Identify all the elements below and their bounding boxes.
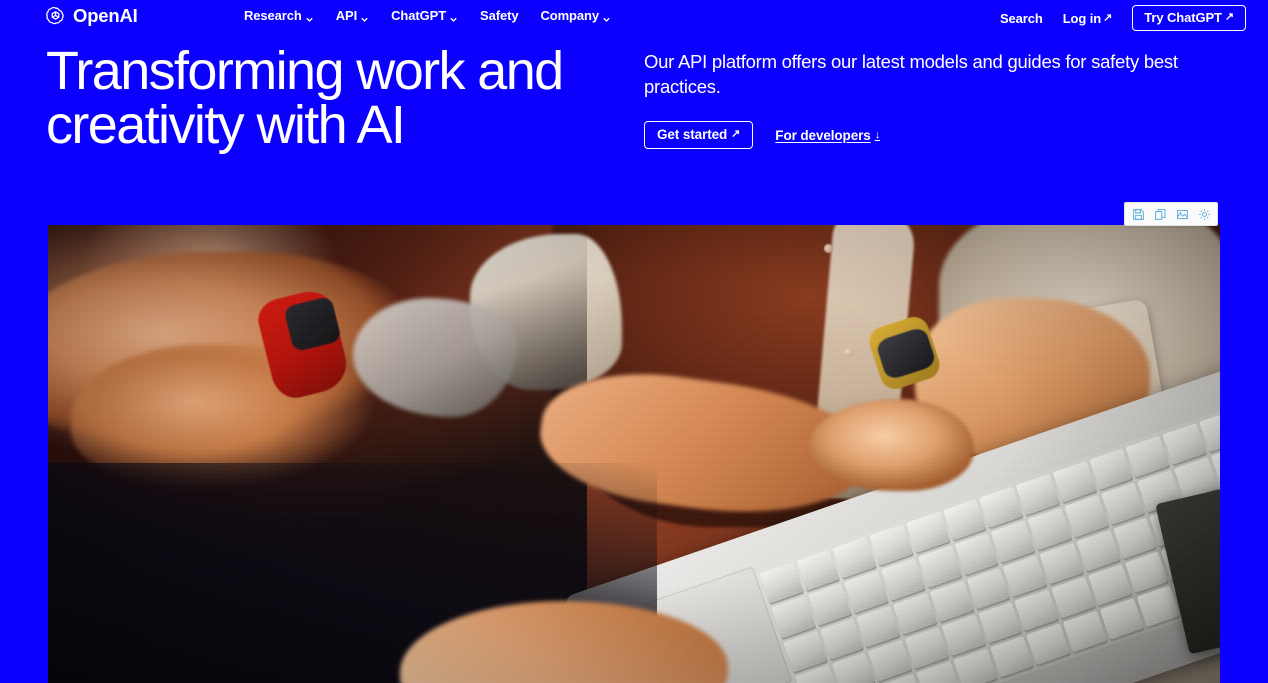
- chevron-down-icon: [449, 12, 458, 22]
- chevron-down-icon: [602, 12, 611, 22]
- login-link[interactable]: Log in ↗: [1063, 11, 1113, 26]
- hero-description-block: Our API platform offers our latest model…: [644, 50, 1224, 150]
- nav-item-label: Safety: [480, 8, 519, 23]
- brand-name: OpenAI: [73, 5, 138, 27]
- get-started-label: Get started: [657, 127, 728, 143]
- try-chatgpt-button[interactable]: Try ChatGPT ↗: [1132, 5, 1246, 31]
- nav-item-research[interactable]: Research: [244, 8, 314, 23]
- nav-item-label: Research: [244, 8, 302, 23]
- nav-item-api[interactable]: API: [336, 8, 369, 23]
- brand-home-link[interactable]: OpenAI: [44, 5, 138, 28]
- hero-photo: [48, 225, 1220, 683]
- page-title: Transforming work and creativity with AI: [46, 41, 564, 155]
- arrow-up-right-icon: ↗: [1224, 11, 1234, 23]
- openai-homepage: OpenAI Research API ChatGPT Safety Compa…: [0, 0, 1268, 683]
- copy-icon[interactable]: [1149, 204, 1171, 224]
- cta-label: Try ChatGPT: [1144, 10, 1222, 25]
- image-icon[interactable]: [1171, 204, 1193, 224]
- arrow-down-icon: ↓: [874, 128, 881, 141]
- get-started-button[interactable]: Get started ↗: [644, 121, 754, 150]
- top-navigation-bar: OpenAI Research API ChatGPT Safety Compa…: [0, 0, 1268, 34]
- hero-image: [48, 225, 1220, 683]
- openai-logo-icon: [44, 5, 67, 28]
- search-label: Search: [999, 10, 1043, 26]
- nav-item-label: API: [335, 8, 358, 23]
- for-developers-label: For developers: [775, 127, 871, 143]
- save-icon[interactable]: [1127, 204, 1149, 224]
- gear-icon[interactable]: [1193, 204, 1215, 224]
- chevron-down-icon: [360, 12, 369, 22]
- utility-nav: Search Log in ↗ Try ChatGPT ↗: [1000, 5, 1246, 31]
- primary-nav-items: Research API ChatGPT Safety Company: [244, 8, 611, 23]
- hero-actions: Get started ↗ For developers ↓: [644, 121, 1224, 150]
- photo-right-hand-on-keyboard: [809, 399, 974, 491]
- nav-item-label: Company: [540, 8, 599, 23]
- search-button[interactable]: Search: [1000, 11, 1043, 26]
- login-label: Log in: [1062, 10, 1102, 26]
- chevron-down-icon: [305, 12, 314, 22]
- nav-item-label: ChatGPT: [391, 8, 447, 23]
- image-toolbar: [1124, 202, 1218, 226]
- nav-item-company[interactable]: Company: [540, 8, 611, 23]
- arrow-up-right-icon: ↗: [1103, 11, 1113, 24]
- hero-subtitle: Our API platform offers our latest model…: [644, 51, 1178, 97]
- arrow-up-right-icon: ↗: [731, 128, 741, 141]
- for-developers-link[interactable]: For developers ↓: [775, 128, 880, 143]
- nav-item-safety[interactable]: Safety: [480, 8, 519, 23]
- nav-item-chatgpt[interactable]: ChatGPT: [391, 8, 458, 23]
- photo-shirt-button: [843, 347, 853, 357]
